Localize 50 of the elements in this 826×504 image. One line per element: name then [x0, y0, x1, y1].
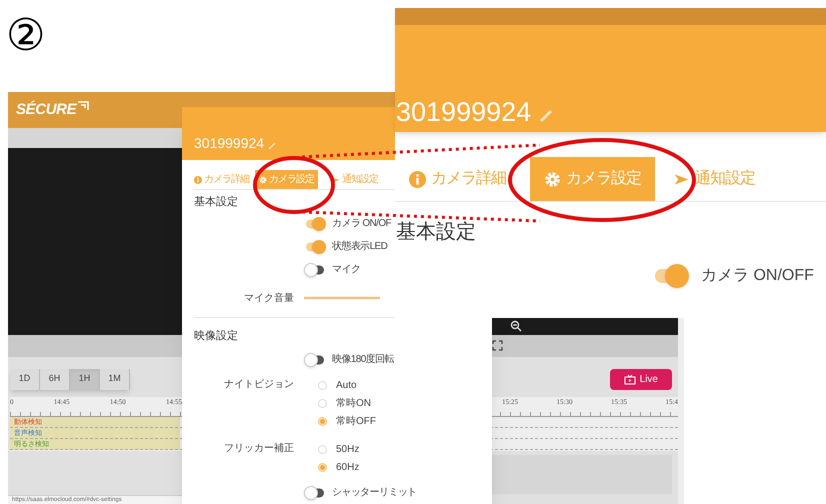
tv-icon: [624, 374, 636, 384]
step-number: ②: [6, 14, 45, 58]
radio-label: 50Hz: [336, 442, 360, 456]
field-label: ナイトビジョン: [224, 379, 294, 390]
field-label: フリッカー補正: [224, 443, 294, 454]
device-name: 301999924: [194, 134, 264, 153]
toggle-switch[interactable]: [304, 262, 326, 276]
toggle-switch[interactable]: [304, 216, 326, 230]
live-button[interactable]: Live: [610, 368, 672, 390]
tab[interactable]: カメラ設定: [530, 157, 655, 201]
radio-button[interactable]: [318, 462, 327, 472]
toggle-switch[interactable]: [653, 264, 689, 288]
toggle-label: シャッターリミット: [332, 486, 417, 500]
radio-button[interactable]: [318, 380, 327, 390]
radio-button[interactable]: [318, 416, 327, 426]
radio-label: 常時ON: [336, 396, 371, 410]
toggle-switch[interactable]: [304, 240, 326, 254]
toggle-label: マイク: [332, 263, 360, 277]
section-title: 基本設定: [193, 194, 239, 210]
radio-button[interactable]: [318, 398, 327, 408]
radio-label: 常時OFF: [336, 414, 376, 428]
logo: SÉCURE: [16, 100, 76, 120]
device-name: 301999924: [396, 99, 532, 126]
radio-label: 60Hz: [336, 460, 360, 474]
gear-icon: [544, 170, 561, 188]
info-icon: [194, 176, 202, 184]
range-button[interactable]: 1H: [70, 368, 100, 390]
toggle-label: 映像180度回転: [332, 352, 394, 367]
info-icon: [409, 170, 426, 188]
zoom-out-icon[interactable]: [510, 320, 522, 332]
logo-mark-icon: [76, 100, 90, 112]
tab[interactable]: カメラ設定: [255, 170, 318, 189]
section-title: 映像設定: [193, 328, 239, 344]
pencil-icon[interactable]: [268, 142, 276, 150]
toggle-label: カメラ ON/OF: [332, 217, 392, 231]
pencil-icon[interactable]: [539, 109, 554, 123]
toggle-switch[interactable]: [304, 352, 326, 366]
section-title: 基本設定: [396, 222, 477, 242]
slider-label: マイク音量: [244, 292, 294, 306]
toggle-switch[interactable]: [304, 486, 326, 500]
range-button[interactable]: 1D: [10, 368, 40, 390]
arrow-icon: [332, 176, 340, 184]
range-button[interactable]: 6H: [40, 368, 70, 390]
fullscreen-icon[interactable]: [492, 340, 503, 351]
radio-button[interactable]: [318, 444, 327, 454]
toggle-label: 状態表示LED: [332, 240, 388, 254]
range-button[interactable]: 1M: [100, 368, 130, 390]
toggle-label: カメラ ON/OFF: [701, 266, 814, 286]
gear-icon: [259, 176, 267, 184]
radio-label: Auto: [336, 378, 357, 392]
